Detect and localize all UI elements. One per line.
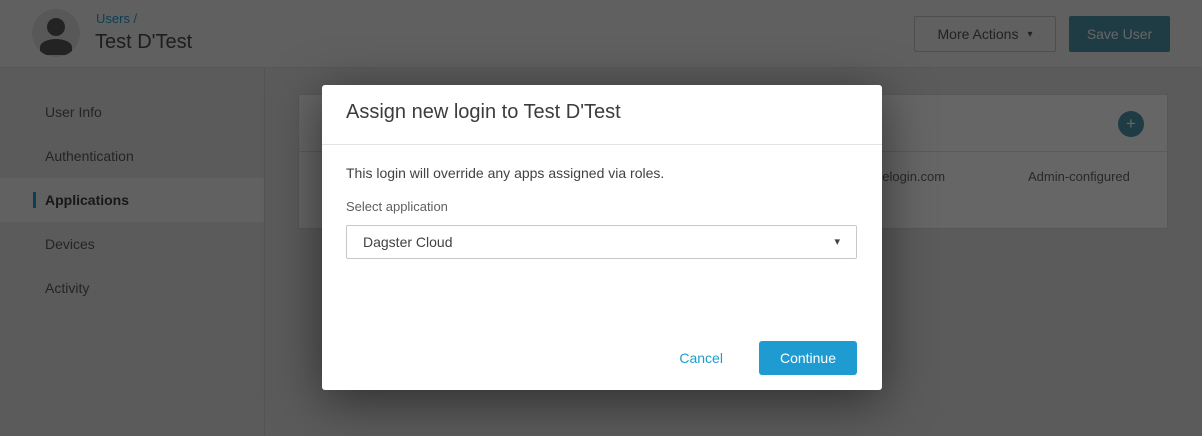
continue-button[interactable]: Continue <box>758 341 857 375</box>
assign-login-modal: Assign new login to Test D'Test This log… <box>322 85 882 390</box>
cancel-button[interactable]: Cancel <box>679 350 723 366</box>
chevron-down-icon: ▾ <box>834 236 840 248</box>
onelogin-user-page: Users / Test D'Test More Actions ▾ Save … <box>0 0 1202 436</box>
application-select-value: Dagster Cloud <box>363 234 453 250</box>
select-application-label: Select application <box>346 199 448 214</box>
modal-footer: Cancel Continue <box>679 341 857 375</box>
application-select[interactable]: Dagster Cloud ▾ <box>346 225 857 259</box>
modal-title: Assign new login to Test D'Test <box>346 101 621 123</box>
modal-body-text: This login will override any apps assign… <box>346 165 665 181</box>
modal-header: Assign new login to Test D'Test <box>322 85 882 145</box>
